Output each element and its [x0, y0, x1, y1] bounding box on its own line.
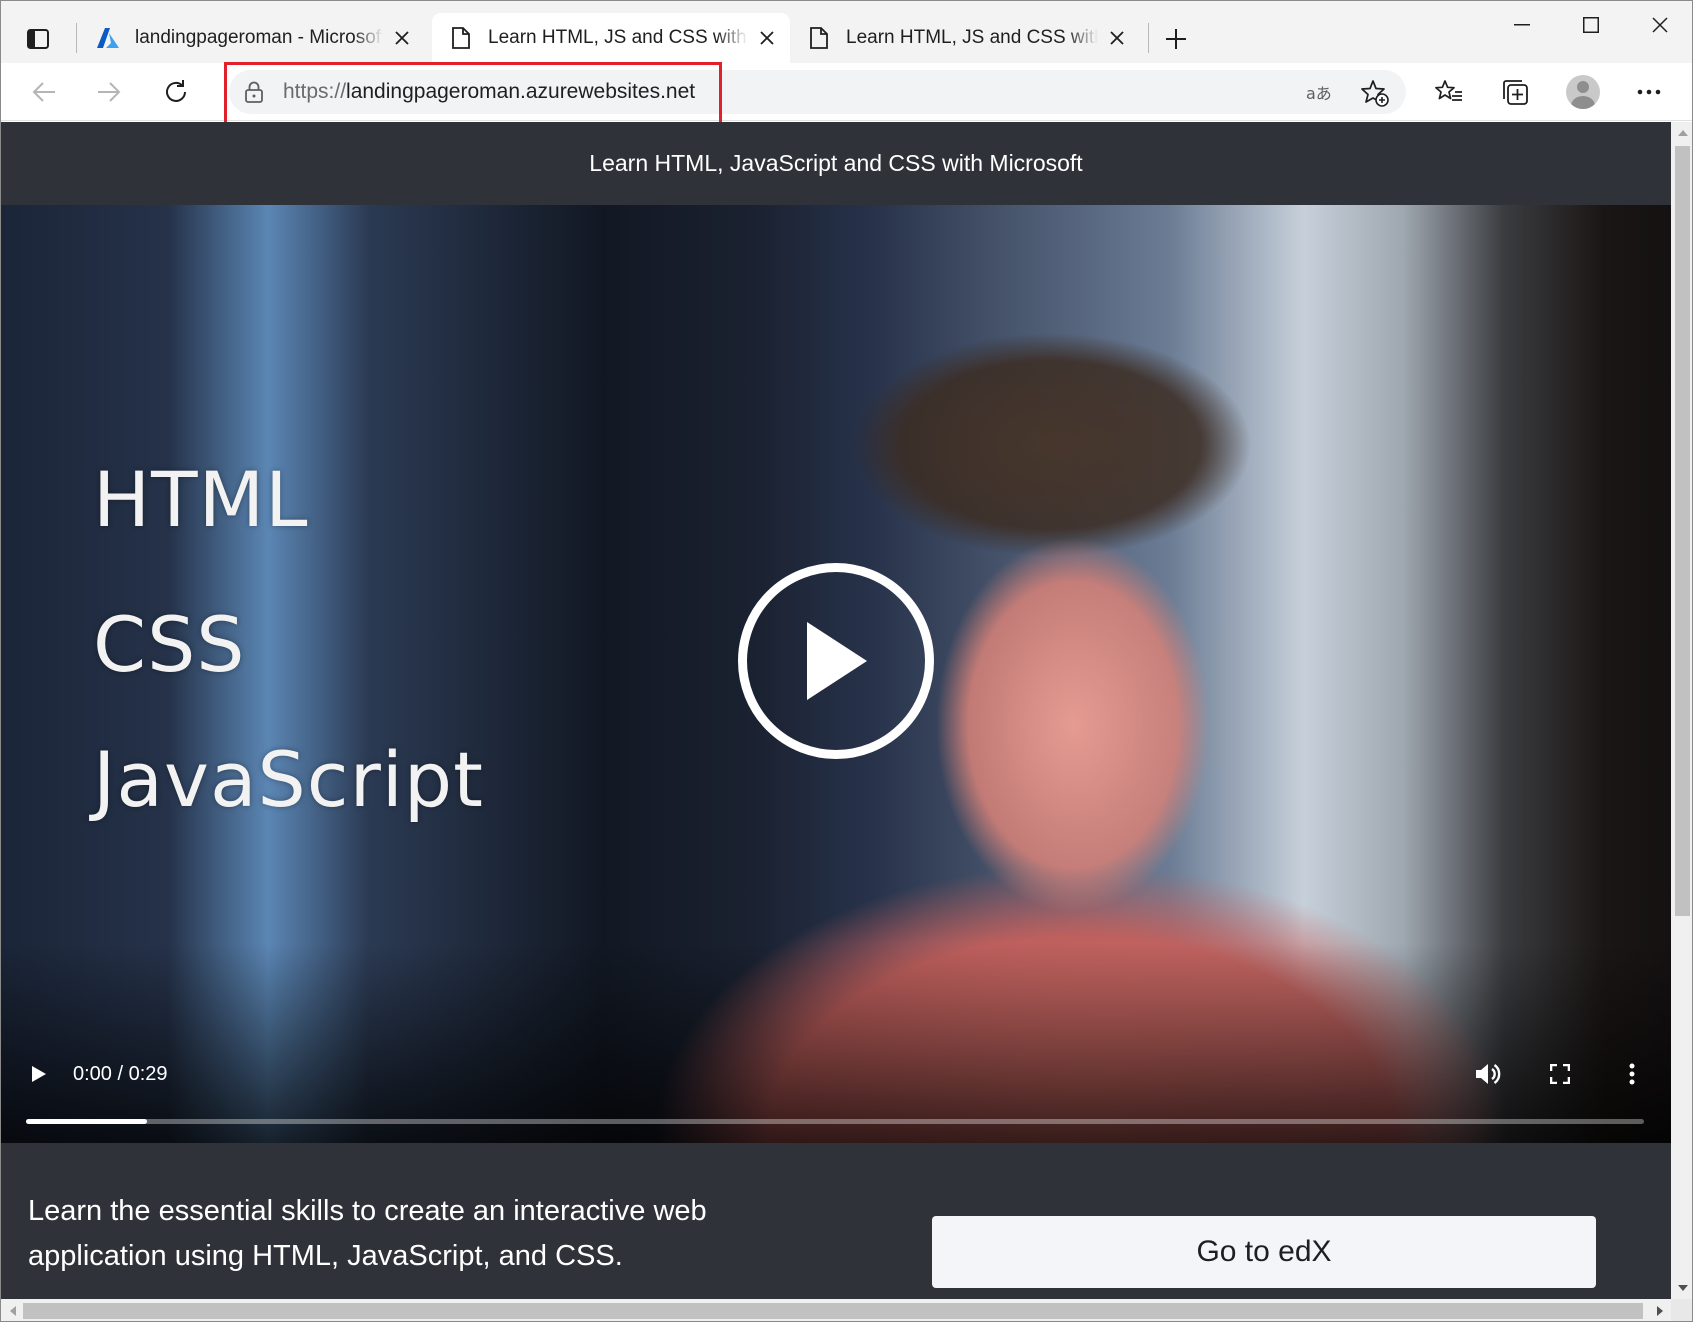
address-highlight-annotation — [224, 62, 722, 130]
page-header: Learn HTML, JavaScript and CSS with Micr… — [1, 122, 1671, 205]
close-tab-icon[interactable] — [1104, 25, 1130, 51]
page-icon — [808, 26, 830, 50]
maximize-button[interactable] — [1556, 1, 1625, 49]
favorites-button[interactable] — [1428, 71, 1470, 113]
page-icon — [450, 26, 472, 50]
plus-icon — [1166, 29, 1186, 49]
collections-button[interactable] — [1494, 71, 1536, 113]
refresh-icon — [166, 80, 186, 102]
azure-logo-icon — [97, 26, 119, 50]
course-description: Learn the essential skills to create an … — [28, 1195, 707, 1272]
tab-azure-portal[interactable]: landingpageroman - Microsoft Azure — [79, 13, 425, 63]
vertical-scroll-thumb[interactable] — [1675, 146, 1690, 916]
forward-arrow-icon — [98, 82, 121, 102]
avatar — [1566, 75, 1600, 109]
video-time: 0:00 / 0:29 — [73, 1063, 168, 1085]
video-progress-bar[interactable] — [26, 1119, 1644, 1124]
tab-learn-html[interactable]: Learn HTML, JS and CSS with Microsoft — [790, 13, 1140, 63]
read-aloud-translate-icon[interactable]: aあ — [1305, 77, 1337, 109]
refresh-button[interactable] — [155, 71, 197, 113]
scrollbar-corner — [1671, 1299, 1692, 1321]
tab-actions-button[interactable] — [13, 19, 63, 59]
tab-title: landingpageroman - Microsoft Azure — [135, 27, 383, 48]
mute-button[interactable] — [1470, 1056, 1506, 1092]
close-tab-icon[interactable] — [389, 25, 415, 51]
page-viewport: Learn HTML, JavaScript and CSS with Micr… — [1, 122, 1671, 1299]
tab-learn-html-active[interactable]: Learn HTML, JS and CSS with Microsoft — [432, 13, 790, 63]
favorites-list-icon — [1435, 80, 1462, 101]
scroll-left-icon[interactable] — [1, 1300, 24, 1321]
fullscreen-button[interactable] — [1542, 1056, 1578, 1092]
settings-menu-button[interactable] — [1628, 71, 1670, 113]
horizontal-scroll-thumb[interactable] — [23, 1303, 1643, 1319]
tab-separator — [1148, 23, 1149, 53]
video-player[interactable]: HTML CSS JavaScript 0:00 / 0:29 — [1, 205, 1671, 1143]
close-tab-icon[interactable] — [754, 25, 780, 51]
video-overlay-line: HTML — [93, 455, 309, 544]
volume-icon — [1476, 1064, 1501, 1084]
collections-icon — [1503, 80, 1528, 105]
go-to-edx-button[interactable]: Go to edX — [932, 1216, 1596, 1288]
forward-button[interactable] — [88, 71, 130, 113]
video-overlay-line: CSS — [93, 600, 246, 689]
video-controls: 0:00 / 0:29 — [1, 1033, 1671, 1143]
more-vertical-icon — [1629, 1063, 1635, 1085]
play-icon — [807, 622, 867, 700]
fullscreen-icon — [1550, 1064, 1570, 1084]
profile-button[interactable] — [1562, 71, 1604, 113]
video-more-options-button[interactable] — [1614, 1056, 1650, 1092]
play-icon — [32, 1066, 46, 1082]
close-icon — [1651, 17, 1668, 33]
page-title: Learn HTML, JavaScript and CSS with Micr… — [589, 150, 1083, 176]
svg-text:aあ: aあ — [1306, 84, 1332, 103]
horizontal-scrollbar[interactable] — [1, 1299, 1671, 1321]
close-window-button[interactable] — [1625, 1, 1692, 49]
more-horizontal-icon — [1637, 89, 1661, 95]
tab-title: Learn HTML, JS and CSS with Microsoft — [488, 27, 748, 48]
vertical-scrollbar[interactable] — [1671, 122, 1692, 1299]
back-button[interactable] — [23, 71, 65, 113]
minimize-icon — [1513, 24, 1530, 26]
tab-separator — [76, 23, 77, 53]
new-tab-button[interactable] — [1155, 21, 1197, 57]
video-progress-fill — [26, 1119, 148, 1124]
window-controls — [1487, 1, 1692, 49]
add-favorite-icon[interactable] — [1359, 77, 1391, 109]
maximize-icon — [1582, 17, 1599, 33]
scroll-right-icon[interactable] — [1648, 1300, 1671, 1321]
back-arrow-icon — [32, 82, 55, 102]
big-play-button[interactable] — [738, 563, 934, 759]
play-button[interactable] — [21, 1056, 57, 1092]
tab-actions-icon — [27, 29, 49, 49]
browser-window: landingpageroman - Microsoft Azure Learn… — [0, 0, 1693, 1322]
video-overlay-line: JavaScript — [93, 735, 484, 824]
scroll-up-icon[interactable] — [1671, 122, 1692, 144]
tab-title: Learn HTML, JS and CSS with Microsoft — [846, 27, 1098, 48]
scroll-down-icon[interactable] — [1671, 1277, 1692, 1299]
tab-strip: landingpageroman - Microsoft Azure Learn… — [1, 1, 1692, 63]
minimize-button[interactable] — [1487, 1, 1556, 49]
